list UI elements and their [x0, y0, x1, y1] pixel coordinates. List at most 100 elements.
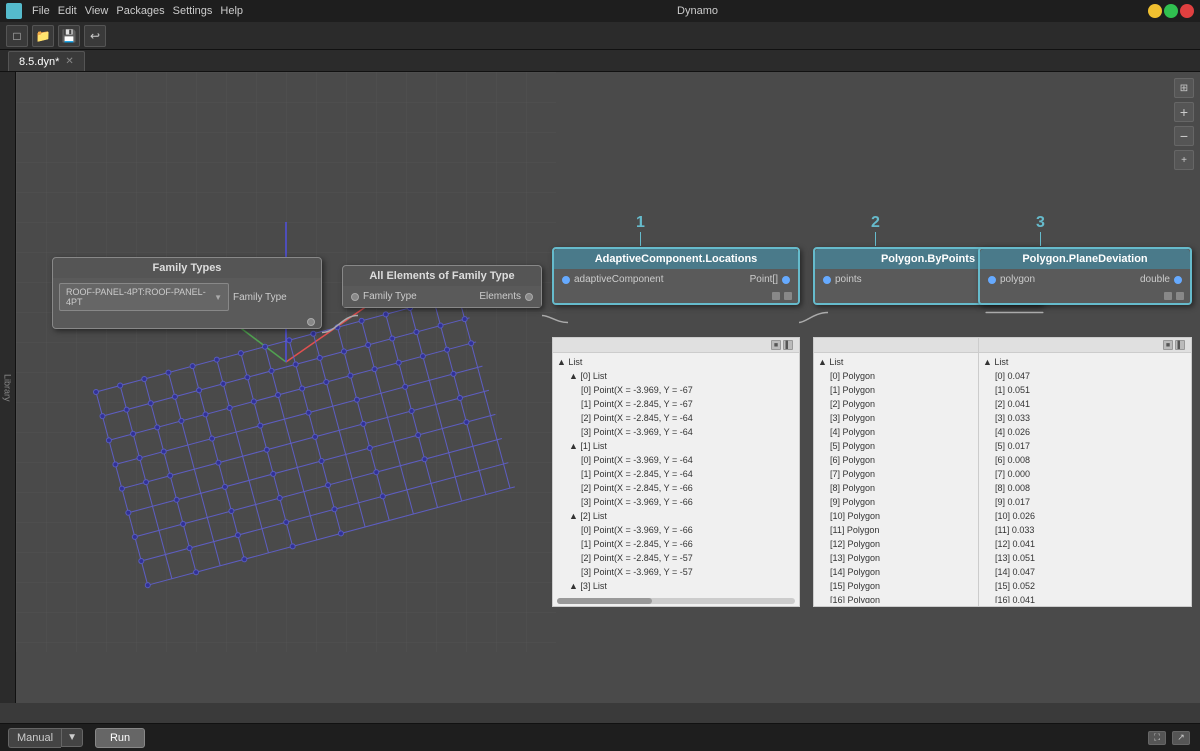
- menu-view[interactable]: View: [81, 5, 113, 17]
- menu-edit[interactable]: Edit: [54, 5, 81, 17]
- list-item: [1] Point(X = -2.845, Y = -64: [557, 467, 795, 481]
- app-icon: [6, 3, 22, 19]
- family-type-dropdown[interactable]: ROOF-PANEL-4PT:ROOF-PANEL-4PT ▼: [59, 283, 229, 311]
- panel-ctrl-btn-2[interactable]: ▌: [783, 340, 793, 350]
- node-polygon-dev-number-line: [1040, 232, 1041, 246]
- list-item: [1] 0.051: [983, 383, 1187, 397]
- list-item: [3] Point(X = -3.969, Y = -64: [557, 425, 795, 439]
- node-family-types: Family Types ROOF-PANEL-4PT:ROOF-PANEL-4…: [52, 257, 322, 329]
- list-item: [1] Point(X = -2.845, Y = -67: [557, 397, 795, 411]
- list-item: ▲ List: [557, 355, 795, 369]
- node-adaptive-number-container: 1: [636, 214, 645, 246]
- dropdown-arrow-icon: ▼: [214, 293, 222, 302]
- run-button[interactable]: Run: [95, 728, 145, 748]
- output-panel-polygon-dev-header: ■ ▌: [979, 338, 1191, 353]
- list-item: [2] 0.041: [983, 397, 1187, 411]
- family-types-out-port: [307, 318, 315, 326]
- run-mode-dropdown[interactable]: ▼: [61, 728, 83, 747]
- output-panel-adaptive-header: ■ ▌: [553, 338, 799, 353]
- list-item: [13] 0.051: [983, 551, 1187, 565]
- list-item: ▲ [2] List: [557, 509, 795, 523]
- list-item: ▲ [0] List: [557, 369, 795, 383]
- toolbar: □ 📁 💾 ↩: [0, 22, 1200, 50]
- list-item: [4] 0.026: [983, 425, 1187, 439]
- zoom-in-button[interactable]: +: [1174, 102, 1194, 122]
- family-type-port-label: Family Type: [233, 292, 287, 303]
- polygon-dev-in-port: [988, 276, 996, 284]
- list-item: [0] Point(X = -3.969, Y = -64: [557, 453, 795, 467]
- list-item: [14] 0.047: [983, 565, 1187, 579]
- close-button[interactable]: [1180, 4, 1194, 18]
- panel-ctrl-btn-1[interactable]: ■: [771, 340, 781, 350]
- output-panel-adaptive: ■ ▌ ▲ List▲ [0] List[0] Point(X = -3.969…: [552, 337, 800, 607]
- node-polygon-dev-number: 3: [1036, 214, 1045, 232]
- node-polygon-by-number-container: 2: [871, 214, 880, 246]
- menu-packages[interactable]: Packages: [112, 5, 168, 17]
- node-all-elements-header: All Elements of Family Type: [343, 266, 541, 286]
- polygon-dev-out-port: [1174, 276, 1182, 284]
- menu-help[interactable]: Help: [216, 5, 247, 17]
- status-icon-2[interactable]: ↗: [1172, 731, 1190, 745]
- list-item: [5] 0.017: [983, 439, 1187, 453]
- list-item: [16] 0.041: [983, 593, 1187, 603]
- list-item: [11] 0.033: [983, 523, 1187, 537]
- all-elements-out-port: [525, 293, 533, 301]
- undo-button[interactable]: ↩: [84, 25, 106, 47]
- list-item: [2] Point(X = -2.845, Y = -64: [557, 411, 795, 425]
- zoom-fit-button[interactable]: ⊞: [1174, 78, 1194, 98]
- menu-file[interactable]: File: [28, 5, 54, 17]
- node-adaptive-component: AdaptiveComponent.Locations adaptiveComp…: [552, 247, 800, 305]
- menu-settings[interactable]: Settings: [169, 5, 217, 17]
- list-item: [7] 0.000: [983, 467, 1187, 481]
- status-icon-1[interactable]: ⛶: [1148, 731, 1166, 745]
- canvas[interactable]: Family Types ROOF-PANEL-4PT:ROOF-PANEL-4…: [16, 72, 1200, 703]
- list-item: [0] Point(X = -3.969, Y = -67: [557, 383, 795, 397]
- polygon-dev-panel-ctrl-1[interactable]: ■: [1163, 340, 1173, 350]
- statusbar: Manual ▼ Run ⛶ ↗: [0, 723, 1200, 751]
- list-item: [0] Point(X = -3.969, Y = -66: [557, 523, 795, 537]
- all-elements-in-port: [351, 293, 359, 301]
- zoom-out-button[interactable]: −: [1174, 126, 1194, 146]
- list-item: [10] 0.026: [983, 509, 1187, 523]
- polygon-dev-ctrl-2[interactable]: [1176, 292, 1184, 300]
- panel-controls-adaptive: ■ ▌: [771, 340, 793, 350]
- list-item: [3] Point(X = -3.969, Y = -66: [557, 495, 795, 509]
- polygon-dev-ctrl-1[interactable]: [1164, 292, 1172, 300]
- new-button[interactable]: □: [6, 25, 28, 47]
- node-family-types-header: Family Types: [53, 258, 321, 278]
- list-item: [3] 0.033: [983, 411, 1187, 425]
- run-mode-label: Manual: [8, 728, 61, 748]
- list-item: [8] 0.008: [983, 481, 1187, 495]
- maximize-button[interactable]: [1164, 4, 1178, 18]
- output-panel-polygon-dev: ■ ▌ ▲ List[0] 0.047[1] 0.051[2] 0.041[3]…: [978, 337, 1192, 607]
- output-panel-polygon-dev-body[interactable]: ▲ List[0] 0.047[1] 0.051[2] 0.041[3] 0.0…: [979, 353, 1191, 603]
- node-polygon-plane-deviation: Polygon.PlaneDeviation polygon double: [978, 247, 1192, 305]
- app-title: Dynamo: [247, 5, 1148, 17]
- list-item: ▲ [1] List: [557, 439, 795, 453]
- adaptive-ctrl-1[interactable]: [772, 292, 780, 300]
- tabbar: 8.5.dyn* ✕: [0, 50, 1200, 72]
- list-item: [0] 0.047: [983, 369, 1187, 383]
- list-item: ▲ [3] List: [557, 579, 795, 593]
- window-controls: [1148, 4, 1194, 18]
- node-adaptive-number: 1: [636, 214, 645, 232]
- viewport-3d: [16, 72, 556, 703]
- right-controls: ⊞ + − +: [1174, 78, 1194, 170]
- tab-close-button[interactable]: ✕: [65, 56, 73, 67]
- node-polygon-dev-number-container: 3: [1036, 214, 1045, 246]
- adaptive-scrollbar[interactable]: [557, 598, 795, 604]
- sidebar[interactable]: Library: [0, 72, 16, 703]
- output-panel-adaptive-body[interactable]: ▲ List▲ [0] List[0] Point(X = -3.969, Y …: [553, 353, 799, 603]
- open-button[interactable]: 📁: [32, 25, 54, 47]
- node-polygon-dev-header: Polygon.PlaneDeviation: [980, 249, 1190, 269]
- list-item: [2] Point(X = -2.845, Y = -57: [557, 551, 795, 565]
- adaptive-ctrl-2[interactable]: [784, 292, 792, 300]
- minimize-button[interactable]: [1148, 4, 1162, 18]
- run-mode-control: Manual ▼: [8, 728, 83, 748]
- node-all-elements: All Elements of Family Type Family Type …: [342, 265, 542, 308]
- save-button[interactable]: 💾: [58, 25, 80, 47]
- polygon-dev-panel-ctrl-2[interactable]: ▌: [1175, 340, 1185, 350]
- zoom-reset-button[interactable]: +: [1174, 150, 1194, 170]
- tab-dyn[interactable]: 8.5.dyn* ✕: [8, 51, 85, 71]
- main-area: Library: [0, 72, 1200, 703]
